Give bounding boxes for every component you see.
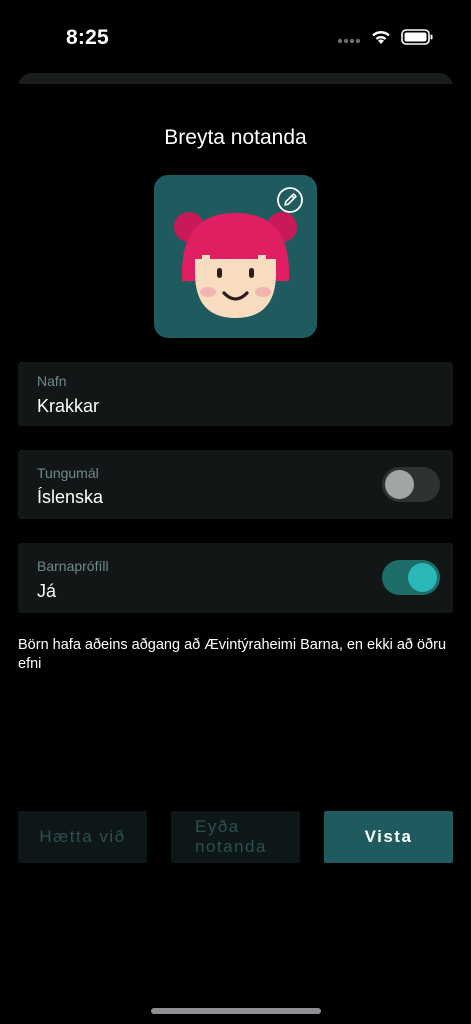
name-field-value[interactable]: Krakkar (37, 396, 99, 417)
save-button[interactable]: Vista (324, 811, 453, 863)
edit-avatar-button[interactable] (273, 185, 307, 219)
toggle-knob (408, 563, 437, 592)
kids-profile-toggle[interactable] (382, 560, 440, 595)
kids-profile-field: Barnaprófíll Já (18, 543, 453, 613)
status-time: 8:25 (66, 26, 109, 49)
kid-avatar-icon (154, 212, 317, 338)
kids-profile-field-value: Já (37, 581, 57, 601)
language-field-value: Íslenska (37, 487, 104, 507)
home-indicator (151, 1008, 321, 1014)
language-toggle[interactable] (382, 467, 440, 502)
page-title: Breyta notanda (164, 126, 307, 149)
toggle-knob (385, 470, 414, 499)
cancel-button[interactable]: Hætta við (18, 811, 147, 863)
language-field-label: Tungumál (37, 465, 99, 481)
wifi-icon (371, 29, 391, 50)
edit-pencil-icon (276, 186, 304, 219)
battery-icon (401, 29, 433, 50)
avatar[interactable] (154, 175, 317, 338)
kids-profile-field-label: Barnaprófíll (37, 558, 109, 574)
signal-dots-icon (337, 31, 361, 49)
name-field-label: Nafn (37, 373, 67, 389)
language-field: Tungumál Íslenska (18, 450, 453, 519)
delete-user-button[interactable]: Eyða notanda (171, 811, 300, 863)
status-bar: 8:25 (0, 0, 471, 74)
name-field[interactable]: Nafn Krakkar (18, 362, 453, 426)
status-icons (337, 29, 433, 50)
kids-profile-help-text: Börn hafa aðeins aðgang að Ævintýraheimi… (18, 637, 447, 672)
